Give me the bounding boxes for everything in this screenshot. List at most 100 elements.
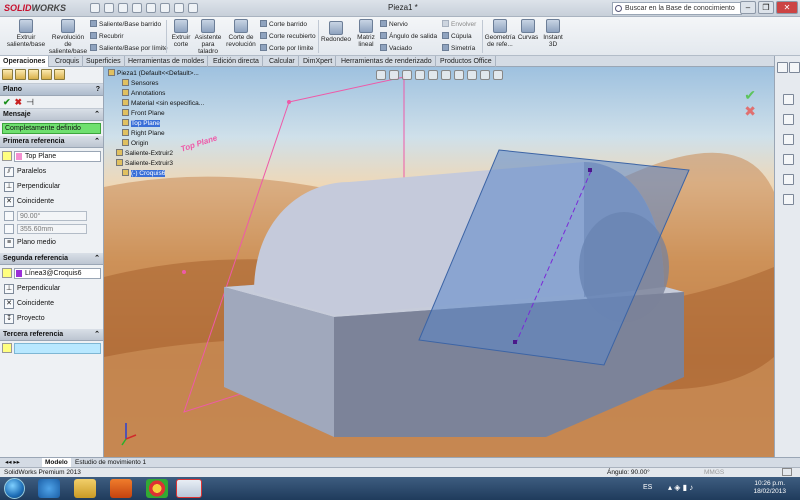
media-player-icon[interactable] xyxy=(110,479,132,498)
edit-appearance-icon[interactable] xyxy=(467,70,477,80)
display-style-icon[interactable] xyxy=(441,70,451,80)
tree-item-annotations[interactable]: Annotations xyxy=(122,89,165,99)
zoom-area-icon[interactable] xyxy=(389,70,399,80)
file-explorer-icon[interactable] xyxy=(74,479,96,498)
clock[interactable]: 10:26 p.m. 18/02/2013 xyxy=(753,480,786,496)
plano-medio-option[interactable]: ≡ Plano medio xyxy=(0,235,103,250)
view-palette-icon[interactable] xyxy=(783,154,794,165)
appearances-icon[interactable] xyxy=(783,174,794,185)
section-view-icon[interactable] xyxy=(415,70,425,80)
configuration-manager-icon[interactable] xyxy=(28,69,39,80)
tercera-referencia-selection[interactable] xyxy=(2,343,101,357)
recubrir-button[interactable]: Recubrir xyxy=(90,32,124,40)
tree-item-material[interactable]: Material <sin especifica... xyxy=(122,99,204,109)
curvas-button[interactable]: Curvas xyxy=(517,19,539,41)
coincidente-option-2[interactable]: ✕ Coincidente xyxy=(0,296,103,311)
tercera-referencia-header[interactable]: Tercera referencia ⌃ xyxy=(0,329,103,341)
tab-modelo[interactable]: Modelo xyxy=(42,458,71,467)
new-file-icon[interactable] xyxy=(90,3,100,13)
chrome-icon[interactable] xyxy=(146,479,168,498)
offset-value[interactable]: 355.60mm xyxy=(17,223,87,234)
tree-item-right-plane[interactable]: Right Plane xyxy=(122,129,165,139)
close-button[interactable]: ✕ xyxy=(776,1,798,14)
nervio-button[interactable]: Nervio xyxy=(380,20,408,28)
extruir-corte-button[interactable]: Extruir corte xyxy=(169,19,193,48)
tree-root[interactable]: Pieza1 (Default<<Default>... xyxy=(108,69,199,79)
line-endpoint[interactable] xyxy=(513,340,517,344)
tree-item-croquis6[interactable]: (-) Croquis6 xyxy=(122,169,166,179)
tree-item-top-plane[interactable]: Top Plane xyxy=(122,119,160,129)
feature-manager-icon[interactable] xyxy=(2,69,13,80)
rebuild-icon[interactable] xyxy=(174,3,184,13)
display-manager-icon[interactable] xyxy=(54,69,65,80)
open-file-icon[interactable] xyxy=(104,3,114,13)
save-icon[interactable] xyxy=(118,3,128,13)
saliente-barrido-button[interactable]: Saliente/Base barrido xyxy=(90,20,161,28)
dimxpert-manager-icon[interactable] xyxy=(41,69,52,80)
minimize-button[interactable]: – xyxy=(740,1,756,14)
custom-properties-icon[interactable] xyxy=(783,194,794,205)
help-icon[interactable] xyxy=(782,468,792,476)
primera-referencia-selection[interactable]: Top Plane xyxy=(2,149,101,163)
perpendicular-option[interactable]: ⊥ Perpendicular xyxy=(0,179,103,194)
view-settings-icon[interactable] xyxy=(493,70,503,80)
saliente-limite-button[interactable]: Saliente/Base por límite xyxy=(90,44,168,52)
graphics-area[interactable]: Top Plane Pieza1 (Default<<Default>... S… xyxy=(104,67,774,457)
segunda-referencia-header[interactable]: Segunda referencia ⌃ xyxy=(0,253,103,265)
cupula-button[interactable]: Cúpula xyxy=(442,32,472,40)
offset-input[interactable]: 355.60mm xyxy=(0,222,103,235)
tree-item-saliente-extruir3[interactable]: Saliente-Extruir3 xyxy=(116,159,173,169)
hide-show-icon[interactable] xyxy=(454,70,464,80)
tab-herramientas-renderizado[interactable]: Herramientas de renderizado xyxy=(338,56,436,67)
tercera-referencia-value[interactable] xyxy=(14,343,101,354)
coincidente-option[interactable]: ✕ Coincidente xyxy=(0,194,103,209)
zoom-to-fit-icon[interactable] xyxy=(376,70,386,80)
tab-calcular[interactable]: Calcular xyxy=(266,56,299,67)
pin-icon[interactable]: ⊣ xyxy=(26,98,34,107)
segunda-referencia-value[interactable]: Línea3@Croquis6 xyxy=(14,267,101,279)
extruir-saliente-button[interactable]: Extruir saliente/base xyxy=(4,19,48,48)
matriz-lineal-button[interactable]: Matriz lineal xyxy=(353,19,379,48)
tray-icons[interactable]: ▴ ◈ ▮ ♪ xyxy=(668,483,728,493)
cancel-x-icon[interactable]: ✖ xyxy=(744,103,756,120)
ok-check-icon[interactable]: ✔ xyxy=(3,98,11,107)
tree-item-front-plane[interactable]: Front Plane xyxy=(122,109,165,119)
angulo-salida-button[interactable]: Ángulo de salida xyxy=(380,32,437,40)
tab-herramientas-moldes[interactable]: Herramientas de moldes xyxy=(125,56,209,67)
corte-recubierto-button[interactable]: Corte recubierto xyxy=(260,32,316,40)
restore-button[interactable]: ❐ xyxy=(758,1,774,14)
solidworks-logo[interactable]: SOLIDWORKS xyxy=(4,3,66,13)
file-explorer-icon[interactable] xyxy=(783,134,794,145)
angle-input[interactable]: 90.00° xyxy=(0,209,103,222)
view-orientation-icon[interactable] xyxy=(428,70,438,80)
language-indicator[interactable]: ES xyxy=(643,484,652,491)
previous-view-icon[interactable] xyxy=(402,70,412,80)
scroll-arrows-icon[interactable]: ◂◂ ▸▸ xyxy=(2,458,23,467)
design-library-icon[interactable] xyxy=(783,114,794,125)
mensaje-section-header[interactable]: Mensaje ⌃ xyxy=(0,109,103,121)
instant3d-button[interactable]: Instant 3D xyxy=(541,19,565,48)
angle-value[interactable]: 90.00° xyxy=(17,210,87,221)
apply-scene-icon[interactable] xyxy=(480,70,490,80)
home-icon[interactable] xyxy=(777,62,788,73)
geometria-referencia-button[interactable]: Geometría de refe... xyxy=(484,19,516,48)
plane-handle[interactable] xyxy=(287,100,291,104)
tree-item-origin[interactable]: Origin xyxy=(122,139,148,149)
undo-icon[interactable] xyxy=(146,3,156,13)
paralelos-option[interactable]: ⫽ Paralelos xyxy=(0,164,103,179)
line-endpoint[interactable] xyxy=(588,168,592,172)
tab-productos-office[interactable]: Productos Office xyxy=(437,56,496,67)
corte-revolucion-button[interactable]: Corte de revolución xyxy=(224,19,258,48)
proyecto-option[interactable]: ↧ Proyecto xyxy=(0,311,103,326)
select-icon[interactable] xyxy=(160,3,170,13)
tab-dimxpert[interactable]: DimXpert xyxy=(300,56,337,67)
resources-icon[interactable] xyxy=(783,94,794,105)
start-button[interactable] xyxy=(4,478,25,499)
confirm-check-icon[interactable]: ✔ xyxy=(744,87,756,104)
print-icon[interactable] xyxy=(132,3,142,13)
options-icon[interactable] xyxy=(188,3,198,13)
corte-limite-button[interactable]: Corte por límite xyxy=(260,44,313,52)
cancel-x-icon[interactable]: ✖ xyxy=(15,98,23,107)
property-manager-icon[interactable] xyxy=(15,69,26,80)
tree-item-sensores[interactable]: Sensores xyxy=(122,79,158,89)
